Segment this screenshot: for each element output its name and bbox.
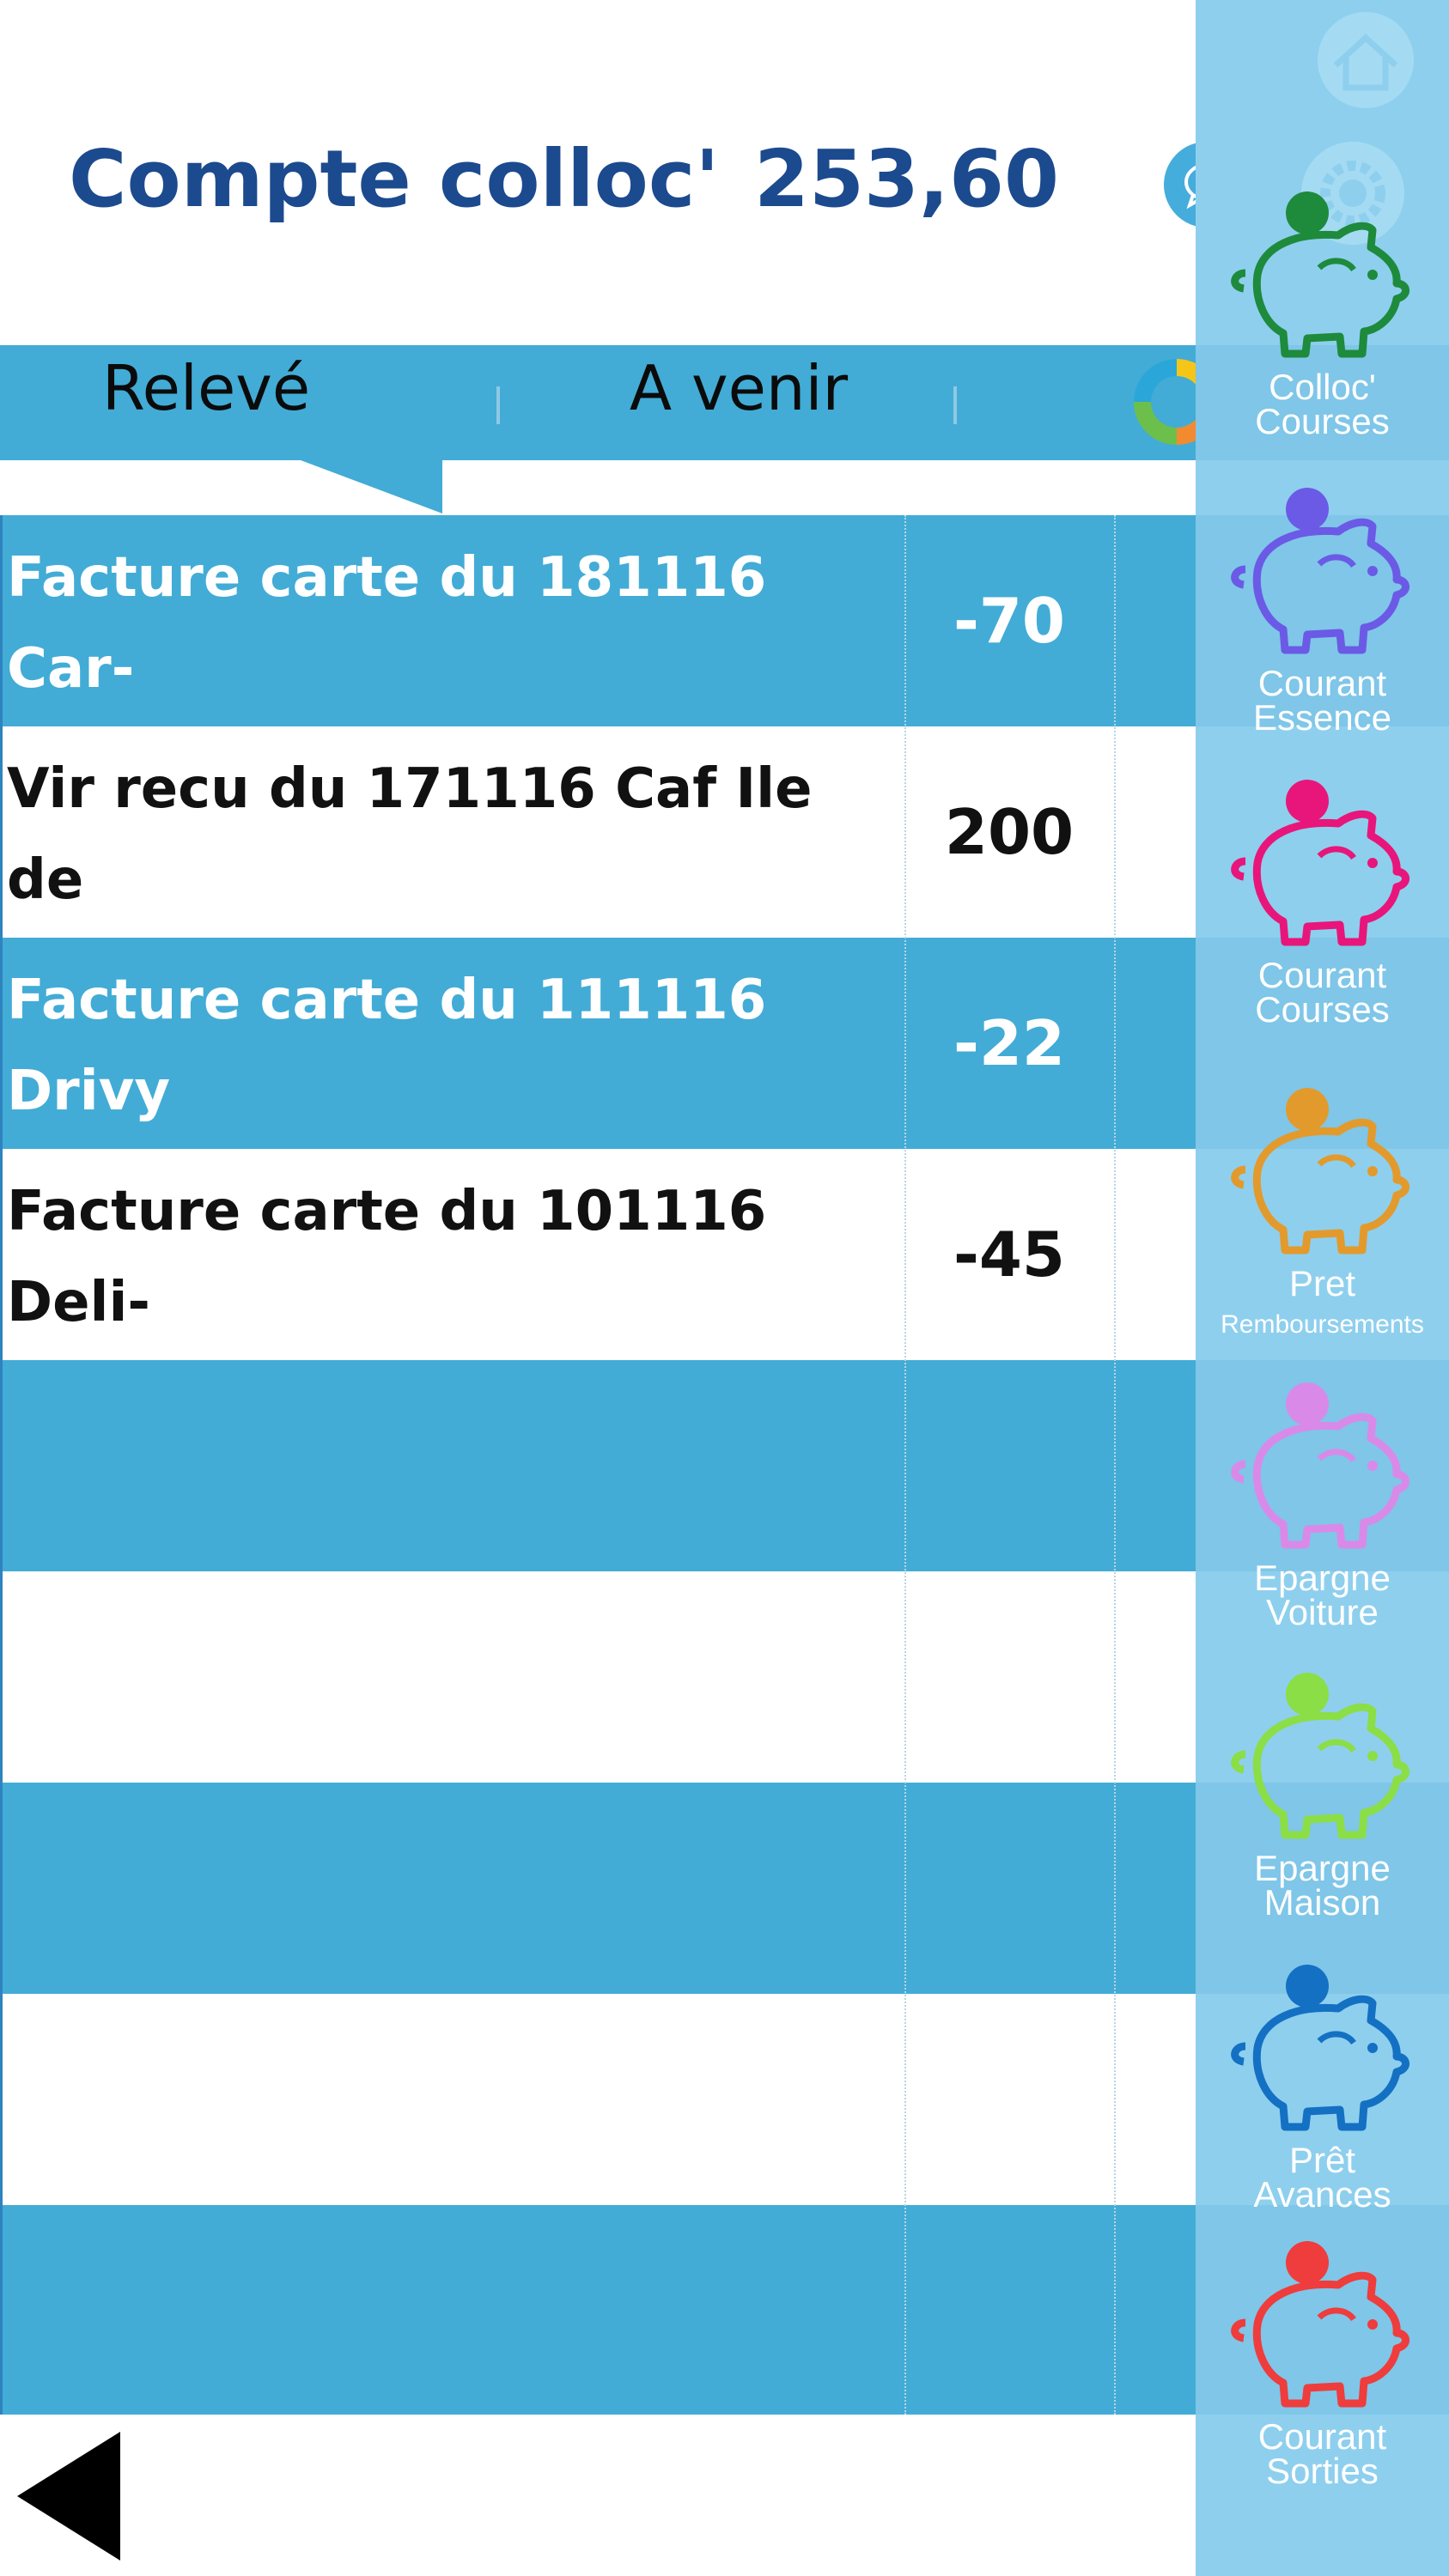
account-name: Courses xyxy=(1255,989,1390,1030)
transaction-amount: 200 xyxy=(944,796,1075,868)
table-row-empty xyxy=(0,2205,1196,2415)
transaction-amount: -22 xyxy=(953,1007,1066,1079)
account-category: Epargne xyxy=(1254,1848,1391,1888)
account-item[interactable]: Epargne Maison xyxy=(1196,1660,1449,1952)
column-divider xyxy=(904,515,906,2415)
account-name: Courses xyxy=(1255,401,1390,441)
account-item[interactable]: Prêt Avances xyxy=(1196,1952,1449,2244)
account-item[interactable]: Courant Courses xyxy=(1196,767,1449,1059)
account-name: Essence xyxy=(1252,697,1392,738)
account-item[interactable]: Colloc' Courses xyxy=(1196,179,1449,471)
account-name: Voiture xyxy=(1266,1592,1379,1632)
tab-separator xyxy=(953,386,957,424)
table-row-empty xyxy=(0,1994,1196,2205)
transaction-amount: -45 xyxy=(953,1218,1066,1291)
account-item[interactable]: Courant Essence xyxy=(1196,475,1449,767)
account-category: Courant xyxy=(1257,663,1387,703)
account-balance: 253,60 xyxy=(754,133,1060,225)
table-row-empty xyxy=(0,1783,1196,1994)
table-row[interactable]: Facture carte du 101116 Deli-veroo Sushi… xyxy=(0,1149,1196,1425)
piggy-bank-icon xyxy=(1231,780,1409,946)
active-tab-indicator xyxy=(301,460,442,513)
tab-releve[interactable]: Relevé xyxy=(52,345,361,460)
account-name: Avances xyxy=(1253,2174,1391,2215)
account-name: Maison xyxy=(1263,1882,1381,1923)
tab-a-venir[interactable]: A venir xyxy=(584,345,893,460)
tab-bar: Relevé A venir xyxy=(0,345,1196,460)
table-border xyxy=(0,515,3,2415)
piggy-bank-icon xyxy=(1231,1088,1409,1255)
account-item[interactable]: Courant Sorties xyxy=(1196,2228,1449,2520)
account-category: Pret xyxy=(1288,1263,1356,1303)
account-category: Colloc' xyxy=(1269,367,1376,407)
account-category: Courant xyxy=(1257,2416,1387,2457)
piggy-bank-icon xyxy=(1231,1382,1409,1549)
column-divider xyxy=(1114,515,1116,2415)
piggy-bank-icon xyxy=(1231,1673,1409,1839)
table-row-empty xyxy=(0,1571,1196,1783)
table-row[interactable]: Vir recu du 171116 Caf Ile deFrance 200 xyxy=(0,726,1196,1003)
piggy-bank-icon xyxy=(1231,191,1409,358)
piggy-bank-icon xyxy=(1231,488,1409,654)
table-row-empty xyxy=(0,1360,1196,1571)
transaction-amount: -70 xyxy=(953,585,1066,657)
piggy-bank-icon xyxy=(1231,1965,1409,2131)
account-item[interactable]: Epargne Voiture xyxy=(1196,1370,1449,1662)
page-title: Compte colloc' xyxy=(69,133,720,225)
table-row[interactable]: Facture carte du 111116 DrivyIleDeFrance… xyxy=(0,938,1196,1214)
home-icon[interactable] xyxy=(1301,9,1430,112)
table-row[interactable]: Facture carte du 181116 Car-refour Paris… xyxy=(0,515,1196,792)
tab-separator xyxy=(496,386,500,424)
account-category: Prêt xyxy=(1288,2140,1356,2180)
piggy-bank-icon xyxy=(1231,2241,1409,2408)
left-arrow-icon[interactable] xyxy=(17,2432,125,2561)
account-name: Sorties xyxy=(1266,2451,1379,2491)
account-item[interactable]: Pret Remboursements xyxy=(1196,1075,1449,1367)
account-category: Epargne xyxy=(1254,1558,1391,1598)
transactions-table: Facture carte du 181116 Car-refour Paris… xyxy=(0,515,1196,2415)
account-category: Courant xyxy=(1257,955,1387,995)
account-name: Remboursements xyxy=(1221,1310,1424,1339)
